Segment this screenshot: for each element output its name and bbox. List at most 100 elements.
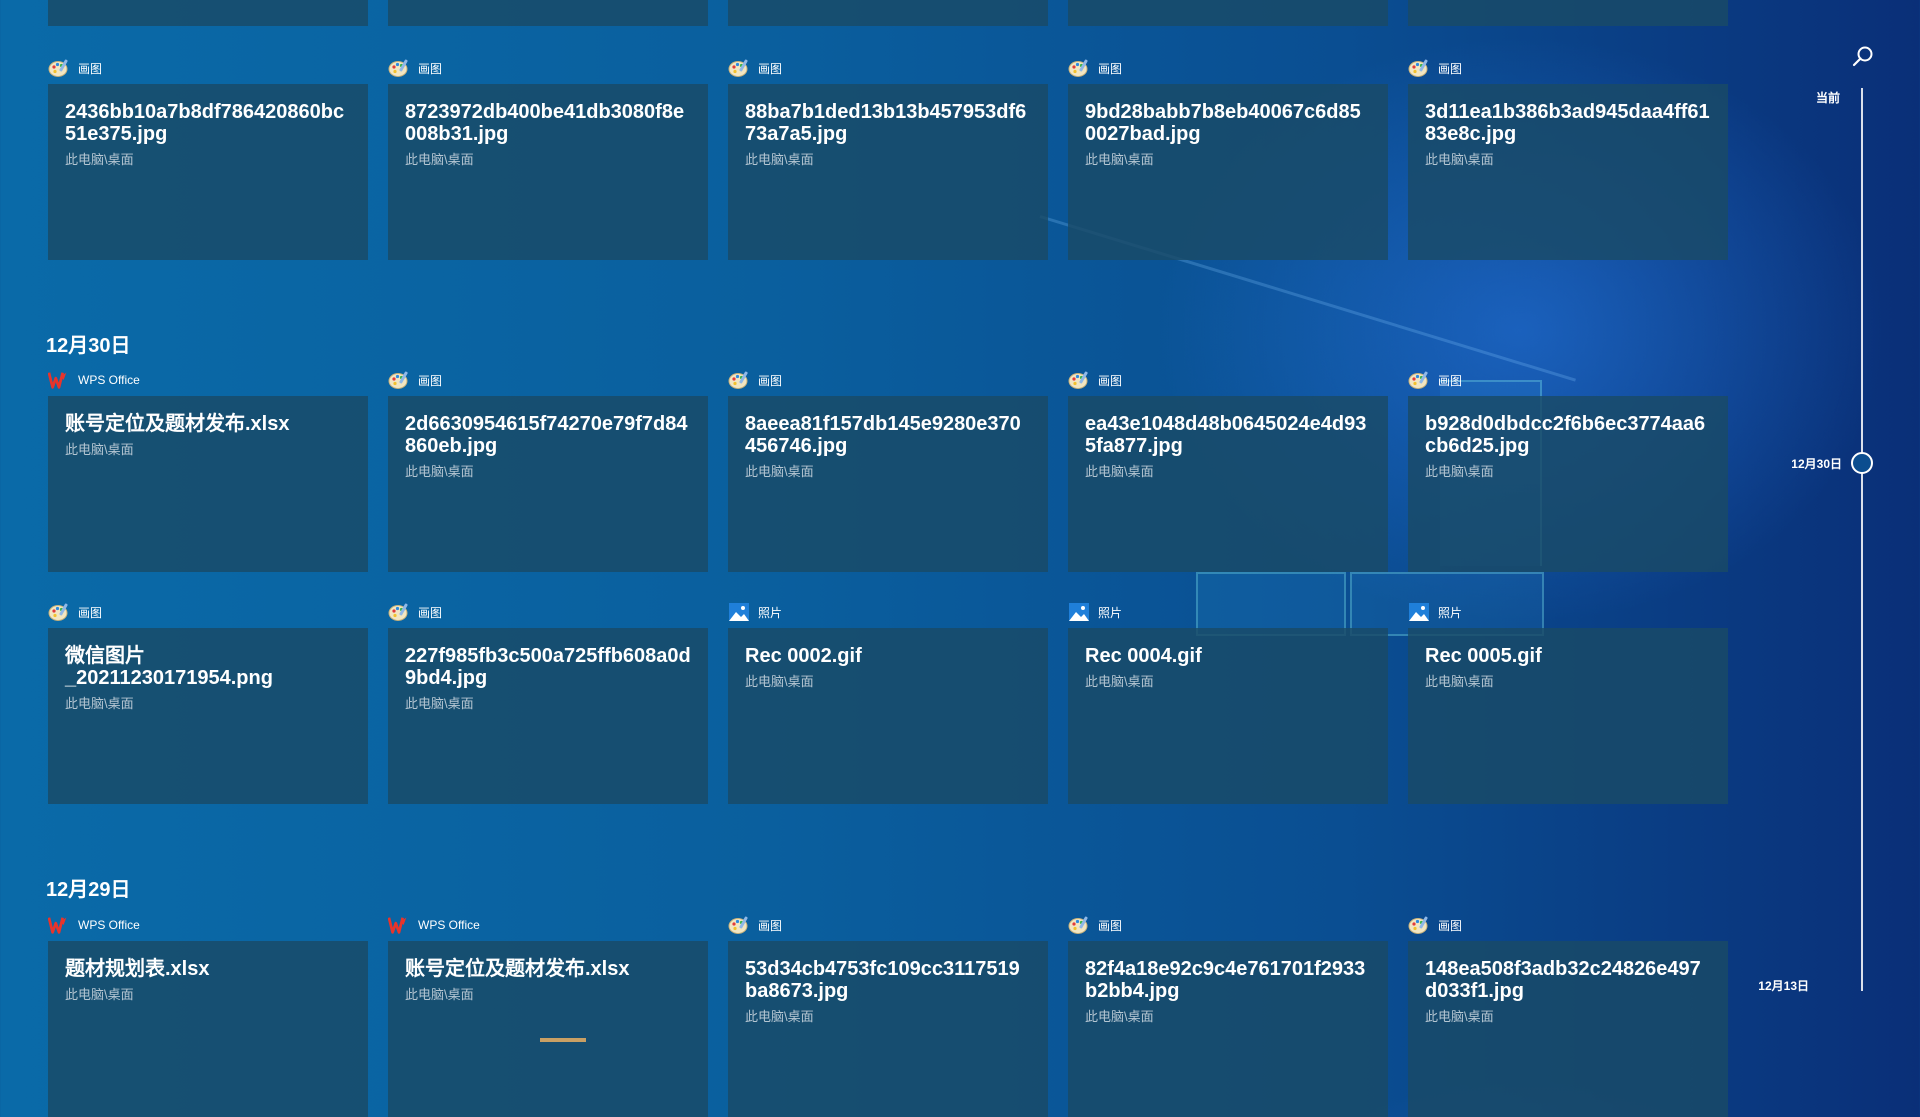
timeline-bottom-date-label[interactable]: 12月13日 (1729, 977, 1809, 994)
activity-card-title: 2d6630954615f74270e79f7d84860eb.jpg (405, 413, 688, 457)
activity-card[interactable]: 88ba7b1ded13b13b457953df673a7a5.jpg 此电脑\桌… (728, 84, 1048, 260)
activity-card-title: 88ba7b1ded13b13b457953df673a7a5.jpg (745, 101, 1027, 145)
photos-icon (728, 602, 750, 622)
app-name: 画图 (1438, 373, 1463, 388)
activity-card-location: 此电脑\桌面 (405, 464, 474, 479)
paint-icon (1068, 915, 1090, 935)
activity-card-location: 此电脑\桌面 (65, 442, 134, 457)
activity-card[interactable]: 8aeea81f157db145e9280e370456746.jpg 此电脑\桌… (728, 396, 1048, 572)
activity-card-partial[interactable] (728, 0, 1048, 26)
activity-card-title: 8aeea81f157db145e9280e370456746.jpg (745, 413, 1021, 457)
activity-card[interactable]: 53d34cb4753fc109cc3117519ba8673.jpg 此电脑\桌… (728, 941, 1048, 1117)
app-name: WPS Office (418, 918, 480, 932)
search-icon[interactable] (1849, 44, 1877, 72)
activity-card[interactable]: b928d0dbdcc2f6b6ec3774aa6cb6d25.jpg 此电脑\桌… (1408, 396, 1728, 572)
app-name: WPS Office (78, 373, 140, 387)
activity-card-title: Rec 0002.gif (745, 645, 862, 667)
activity-card[interactable]: 账号定位及题材发布.xlsx 此电脑\桌面 (48, 396, 368, 572)
activity-card[interactable]: Rec 0002.gif 此电脑\桌面 (728, 628, 1048, 804)
activity-card[interactable]: 2d6630954615f74270e79f7d84860eb.jpg 此电脑\桌… (388, 396, 708, 572)
app-name: 照片 (1438, 605, 1463, 620)
activity-card[interactable]: 2436bb10a7b8df786420860bc51e375.jpg 此电脑\桌… (48, 84, 368, 260)
app-name: 画图 (758, 918, 783, 933)
activity-card[interactable]: 148ea508f3adb32c24826e497d033f1.jpg 此电脑\桌… (1408, 941, 1728, 1117)
activity-card-location: 此电脑\桌面 (1085, 1009, 1154, 1024)
activity-app-label: 画图 (1408, 58, 1462, 78)
activity-card[interactable]: 8723972db400be41db3080f8e008b31.jpg 此电脑\桌… (388, 84, 708, 260)
activity-card-title: Rec 0005.gif (1425, 645, 1542, 667)
activity-card[interactable]: 微信图片 _20211230171954.png 此电脑\桌面 (48, 628, 368, 804)
activity-app-label: 照片 (728, 602, 782, 622)
activity-card-location: 此电脑\桌面 (1085, 674, 1154, 689)
activity-card[interactable]: 账号定位及题材发布.xlsx 此电脑\桌面 (388, 941, 708, 1117)
activity-card-location: 此电脑\桌面 (1425, 152, 1494, 167)
app-name: 画图 (758, 373, 783, 388)
app-name: 画图 (418, 605, 443, 620)
timeline-track[interactable] (1861, 88, 1863, 991)
activity-card[interactable]: 9bd28babb7b8eb40067c6d850027bad.jpg 此电脑\桌… (1068, 84, 1388, 260)
wps-icon (388, 915, 410, 935)
activity-card[interactable]: Rec 0005.gif 此电脑\桌面 (1408, 628, 1728, 804)
activity-card-title: 微信图片 _20211230171954.png (65, 645, 273, 689)
activity-card[interactable]: 3d11ea1b386b3ad945daa4ff6183e8c.jpg 此电脑\桌… (1408, 84, 1728, 260)
activity-app-label: 画图 (48, 602, 102, 622)
app-name: 画图 (1098, 918, 1123, 933)
activity-app-label: WPS Office (388, 915, 480, 935)
activity-app-label: 画图 (388, 58, 442, 78)
activity-app-label: 画图 (1408, 370, 1462, 390)
activity-card[interactable]: 82f4a18e92c9c4e761701f2933b2bb4.jpg 此电脑\桌… (1068, 941, 1388, 1117)
timeline-thumb[interactable] (1851, 452, 1873, 474)
activity-card-title: 题材规划表.xlsx (65, 958, 210, 980)
activity-card-partial[interactable] (48, 0, 368, 26)
app-name: 画图 (78, 61, 103, 76)
activity-app-label: 画图 (728, 58, 782, 78)
activity-app-label: 画图 (1068, 58, 1122, 78)
activity-card-location: 此电脑\桌面 (1085, 152, 1154, 167)
activity-card-title: 8723972db400be41db3080f8e008b31.jpg (405, 101, 685, 145)
activity-card-partial[interactable] (1408, 0, 1728, 26)
activity-app-label: 画图 (48, 58, 102, 78)
app-name: 画图 (1098, 373, 1123, 388)
activity-card-location: 此电脑\桌面 (65, 152, 134, 167)
app-name: 画图 (418, 373, 443, 388)
activity-card-location: 此电脑\桌面 (1085, 464, 1154, 479)
paint-icon (1408, 370, 1430, 390)
activity-app-label: WPS Office (48, 370, 140, 390)
app-name: 画图 (418, 61, 443, 76)
activity-card-location: 此电脑\桌面 (1425, 464, 1494, 479)
paint-icon (48, 58, 70, 78)
app-name: 画图 (1438, 918, 1463, 933)
date-header: 12月30日 (46, 335, 131, 357)
timeline-current-date-label[interactable]: 12月30日 (1762, 455, 1842, 472)
app-name: 画图 (78, 605, 103, 620)
paint-icon (728, 58, 750, 78)
activity-card-title: 2436bb10a7b8df786420860bc51e375.jpg (65, 101, 345, 145)
taskbar-peek (540, 1038, 586, 1042)
activity-card-location: 此电脑\桌面 (1425, 1009, 1494, 1024)
timeline-now-label[interactable]: 当前 (1760, 89, 1840, 106)
activity-card-location: 此电脑\桌面 (65, 696, 134, 711)
app-name: 照片 (1098, 605, 1123, 620)
activity-card-location: 此电脑\桌面 (745, 152, 814, 167)
paint-icon (388, 58, 410, 78)
activity-card-title: b928d0dbdcc2f6b6ec3774aa6cb6d25.jpg (1425, 413, 1706, 457)
activity-card-partial[interactable] (1068, 0, 1388, 26)
wps-icon (48, 370, 70, 390)
activity-card-location: 此电脑\桌面 (745, 674, 814, 689)
activity-card-location: 此电脑\桌面 (405, 987, 474, 1002)
activity-card-location: 此电脑\桌面 (1425, 674, 1494, 689)
activity-card[interactable]: ea43e1048d48b0645024e4d935fa877.jpg 此电脑\桌… (1068, 396, 1388, 572)
paint-icon (728, 370, 750, 390)
activity-card[interactable]: 题材规划表.xlsx 此电脑\桌面 (48, 941, 368, 1117)
activity-card-partial[interactable] (388, 0, 708, 26)
app-name: WPS Office (78, 918, 140, 932)
paint-icon (728, 915, 750, 935)
activity-app-label: 照片 (1408, 602, 1462, 622)
app-name: 画图 (1438, 61, 1463, 76)
activity-card[interactable]: 227f985fb3c500a725ffb608a0d9bd4.jpg 此电脑\桌… (388, 628, 708, 804)
activity-card-title: 账号定位及题材发布.xlsx (405, 958, 630, 980)
activity-app-label: 画图 (1068, 915, 1122, 935)
activity-card[interactable]: Rec 0004.gif 此电脑\桌面 (1068, 628, 1388, 804)
app-name: 画图 (1098, 61, 1123, 76)
activity-card-title: 82f4a18e92c9c4e761701f2933b2bb4.jpg (1085, 958, 1366, 1002)
